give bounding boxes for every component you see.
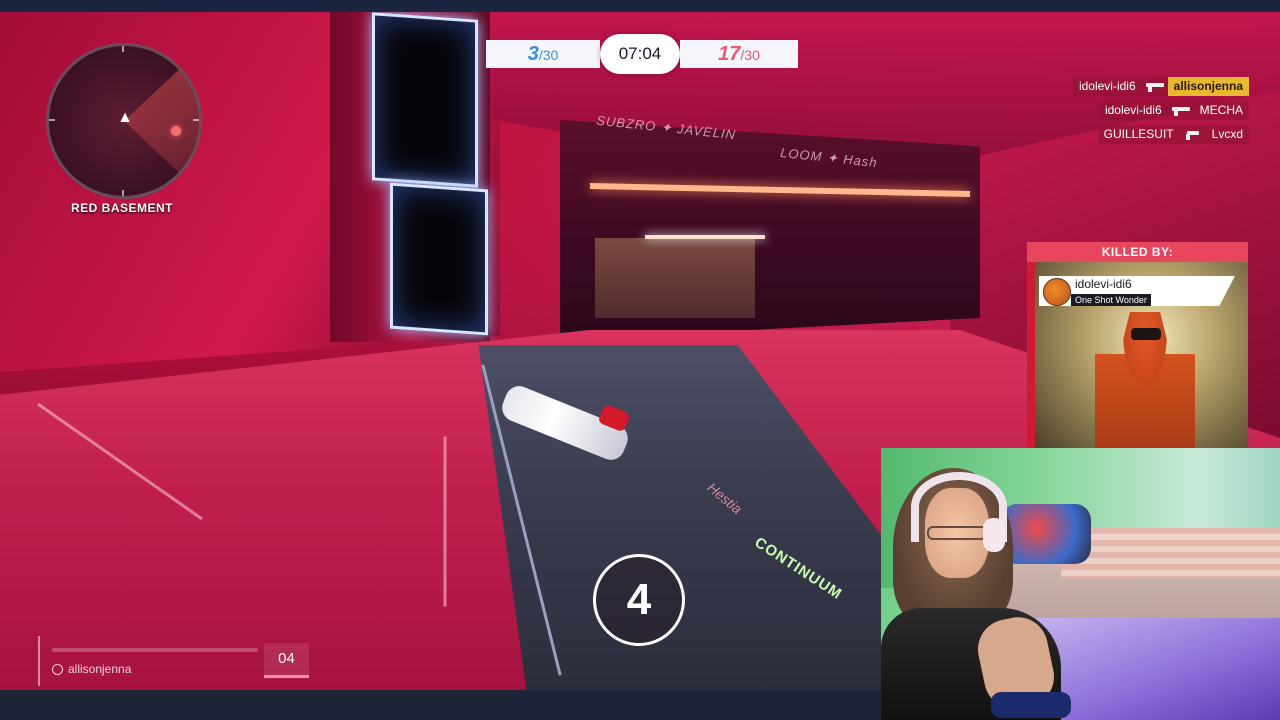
- chat-box[interactable]: allisonjenna: [38, 636, 260, 686]
- minimap-tick: [122, 190, 124, 196]
- basketball-avatar-icon: [1043, 278, 1071, 306]
- blue-score-max: /30: [538, 47, 559, 63]
- blue-score-value: 3: [527, 43, 539, 65]
- blue-team-score: 3/30: [486, 40, 600, 68]
- controller-icon: [991, 692, 1071, 718]
- killer-name: idolevi-idi6: [1075, 277, 1132, 291]
- minimap: ▲: [46, 43, 202, 199]
- minimap-view-cone: [124, 46, 199, 196]
- helmet-visor: [1131, 328, 1161, 340]
- chat-username: allisonjenna: [68, 662, 132, 676]
- victim-name: Lvcxd: [1205, 125, 1249, 144]
- killed-by-header: KILLED BY:: [1027, 242, 1248, 262]
- killed-by-card: KILLED BY: idolevi-idi6 One Shot Wonder: [1027, 242, 1248, 448]
- webcam-bedding: [1061, 528, 1280, 578]
- door-light: [645, 235, 765, 239]
- killer-title: One Shot Wonder: [1071, 294, 1151, 306]
- red-score-max: /30: [740, 47, 760, 63]
- doorway: [595, 238, 755, 318]
- player-status-icon: [52, 664, 63, 675]
- pistol-icon: [1179, 125, 1206, 144]
- rifle-icon: [1167, 101, 1194, 120]
- victim-name: MECHA: [1193, 101, 1249, 120]
- victim-name: allisonjenna: [1167, 77, 1249, 96]
- kill-feed-row: GUILLESUIT Lvcxd: [1029, 124, 1249, 145]
- scoreboard: 3/30 07:04 17/30: [486, 34, 798, 74]
- killer-name: GUILLESUIT: [1097, 125, 1180, 144]
- webcam-pillow: [1001, 504, 1091, 564]
- player-arrow-icon: ▲: [117, 109, 133, 126]
- webcam-overlay: [881, 448, 1280, 720]
- red-team-score: 17/30: [680, 40, 798, 68]
- minimap-tick: [193, 119, 199, 121]
- rifle-icon: [1141, 77, 1168, 96]
- killed-by-body: idolevi-idi6 One Shot Wonder: [1027, 262, 1248, 448]
- kill-feed-row: idolevi-idi6 MECHA: [1029, 100, 1249, 121]
- kill-feed-row: idolevi-idi6 allisonjenna: [1029, 76, 1249, 97]
- minimap-tick: [49, 119, 55, 121]
- chat-input-bar[interactable]: [52, 648, 258, 652]
- respawn-countdown: 4: [593, 554, 685, 646]
- match-timer: 07:04: [600, 34, 680, 74]
- headphone-earcup: [983, 518, 1005, 552]
- killer-name: idolevi-idi6: [1098, 101, 1168, 120]
- floor-line: [443, 436, 447, 607]
- portal-upper: [372, 12, 478, 188]
- location-label: RED BASEMENT: [70, 201, 173, 215]
- top-bar: [0, 0, 1280, 12]
- killer-name: idolevi-idi6: [1072, 77, 1142, 96]
- portal-lower: [390, 182, 488, 336]
- enemy-marker-icon: [171, 126, 181, 136]
- minimap-tick: [122, 46, 124, 52]
- ability-counter: 04: [264, 643, 309, 678]
- kill-feed: idolevi-idi6 allisonjenna idolevi-idi6 M…: [1029, 76, 1249, 148]
- red-score-value: 17: [718, 43, 741, 65]
